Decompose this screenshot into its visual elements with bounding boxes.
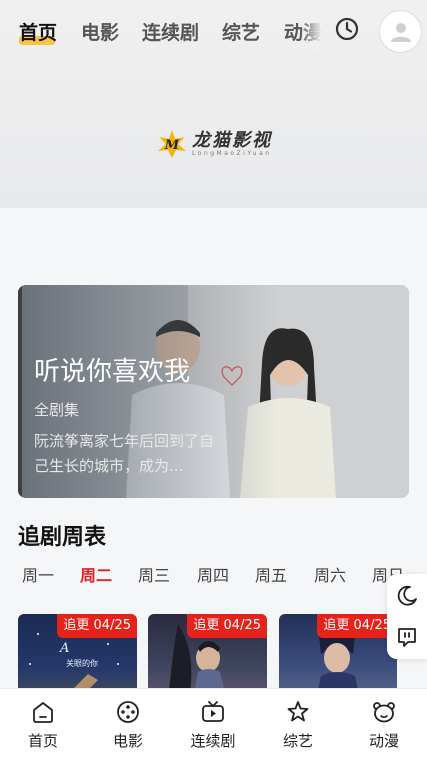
nav-variety-label: 综艺 — [282, 732, 313, 750]
banner-episodes: 全剧集 — [34, 401, 80, 419]
poster-badge-1: 追更 04/25 — [57, 614, 137, 638]
nav-variety[interactable]: 综艺 — [263, 699, 333, 751]
floating-tools — [387, 574, 427, 659]
history-clock-icon[interactable] — [333, 15, 361, 43]
banner-description: 阮流筝离家七年后回到了自己生长的城市，成为... — [34, 432, 215, 475]
weekday-tue[interactable]: 周二 — [80, 562, 112, 586]
nav-anime[interactable]: 动漫 — [349, 699, 419, 751]
tab-movies[interactable]: 电影 — [81, 18, 119, 45]
banner-title: 听说你喜欢我 — [34, 357, 191, 387]
schedule-title: 追剧周表 — [18, 525, 107, 550]
weekday-sat[interactable]: 周六 — [314, 562, 346, 586]
nav-home[interactable]: 首页 — [8, 699, 78, 751]
logo-subtitle: LongMaoZiYuan — [192, 150, 272, 157]
nav-anime-label: 动漫 — [368, 732, 399, 750]
tv-icon — [202, 701, 224, 722]
nav-series[interactable]: 连续剧 — [178, 699, 248, 751]
dark-mode-moon-icon[interactable] — [395, 584, 419, 608]
weekday-fri[interactable]: 周五 — [255, 562, 287, 586]
star-icon — [287, 701, 309, 722]
svg-text:A: A — [59, 641, 69, 656]
home-icon — [33, 702, 53, 723]
poster-badge-3: 追更 04/25 — [317, 614, 397, 638]
poster-badge-2: 追更 04/25 — [187, 614, 267, 638]
nav-home-label: 首页 — [27, 732, 58, 750]
weekday-mon[interactable]: 周一 — [22, 562, 54, 586]
tab-series[interactable]: 连续剧 — [142, 18, 199, 45]
tab-variety[interactable]: 综艺 — [222, 18, 260, 45]
nav-movies-label: 电影 — [112, 732, 143, 750]
app-logo: M 龙猫影视 LongMaoZiYuan — [156, 124, 274, 164]
logo-mark-icon: M — [158, 130, 186, 158]
svg-text:M: M — [164, 138, 180, 153]
film-reel-icon — [117, 701, 139, 723]
feedback-message-icon[interactable] — [395, 625, 419, 649]
featured-banner[interactable]: 听说你喜欢我 全剧集 阮流筝离家七年后回到了自己生长的城市，成为... — [18, 285, 409, 498]
logo-title: 龙猫影视 — [192, 130, 272, 151]
nav-series-label: 连续剧 — [190, 732, 236, 750]
user-icon — [390, 22, 411, 42]
bear-icon — [373, 702, 395, 723]
bottom-navigation: 首页 电影 连续剧 综艺 动漫 — [0, 688, 427, 760]
poster-art-text: 关眼的你 — [66, 658, 98, 668]
avatar[interactable] — [379, 10, 422, 53]
tab-home[interactable]: 首页 — [19, 18, 57, 45]
tabs-fade — [300, 8, 322, 52]
nav-movies[interactable]: 电影 — [93, 699, 163, 751]
banner-edge — [18, 285, 22, 498]
weekday-thu[interactable]: 周四 — [197, 562, 229, 586]
weekday-wed[interactable]: 周三 — [138, 562, 170, 586]
category-tabs: 首页 电影 连续剧 综艺 动漫 — [0, 0, 427, 62]
